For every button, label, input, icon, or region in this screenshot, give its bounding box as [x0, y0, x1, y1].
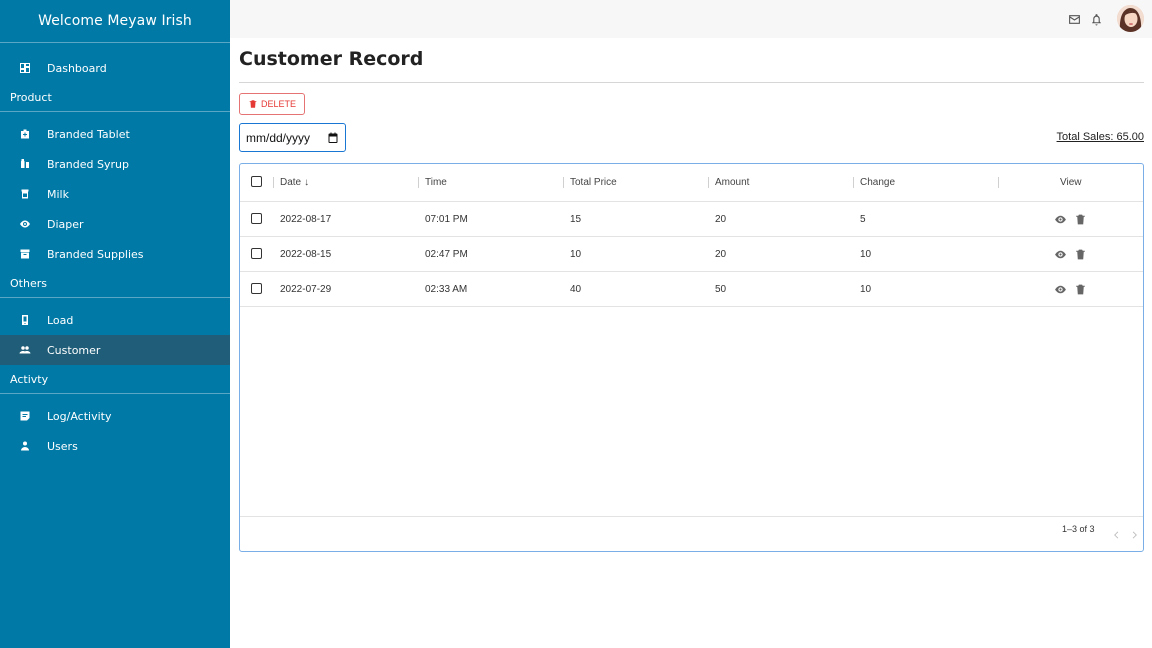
welcome-text: Welcome Meyaw Irish — [0, 0, 230, 43]
sidebar-item-label: Load — [47, 313, 74, 327]
note-icon — [18, 409, 32, 423]
date-filter-input[interactable]: mm/dd/yyyy — [239, 123, 346, 152]
cell-amount: 20 — [715, 248, 727, 260]
section-title-activity: Activty — [0, 365, 230, 394]
title-divider — [239, 82, 1144, 83]
sidebar-item-label: Users — [47, 439, 78, 453]
column-separator — [708, 177, 709, 188]
section-title-product: Product — [0, 83, 230, 112]
eye-icon — [18, 217, 32, 231]
cell-time: 02:33 AM — [425, 283, 468, 295]
trash-icon — [248, 99, 258, 109]
archive-icon — [18, 247, 32, 261]
page-title: Customer Record — [239, 48, 424, 70]
bottle-icon — [18, 157, 32, 171]
app: Welcome Meyaw Irish Dashboard Product Br… — [0, 0, 1152, 648]
cell-time: 07:01 PM — [425, 213, 468, 225]
chevron-right-icon[interactable] — [1129, 529, 1139, 541]
phone-icon — [18, 313, 32, 327]
dashboard-icon — [18, 61, 32, 75]
column-separator — [273, 177, 274, 188]
sidebar-item-load[interactable]: Load — [0, 305, 230, 335]
bell-icon[interactable] — [1089, 12, 1103, 26]
topbar — [230, 0, 1152, 38]
person-icon — [18, 439, 32, 453]
view-eye-icon[interactable] — [1054, 248, 1067, 261]
sidebar-item-branded-tablet[interactable]: Branded Tablet — [0, 119, 230, 149]
cell-total-price: 10 — [570, 248, 582, 260]
column-separator — [853, 177, 854, 188]
customer-record-table: Date ↓ Time Total Price Amount Change Vi… — [239, 163, 1144, 552]
row-checkbox[interactable] — [251, 213, 262, 224]
sort-arrow-icon[interactable]: ↓ — [304, 177, 309, 188]
cell-total-price: 40 — [570, 283, 582, 295]
milk-can-icon — [18, 187, 32, 201]
sidebar-item-label: Milk — [47, 187, 69, 201]
sidebar-item-label: Branded Tablet — [47, 127, 130, 141]
column-header-amount[interactable]: Amount — [715, 164, 749, 201]
table-row[interactable]: 2022-08-17 07:01 PM 15 20 5 — [240, 202, 1143, 237]
cell-change: 5 — [860, 213, 866, 225]
sidebar: Welcome Meyaw Irish Dashboard Product Br… — [0, 0, 230, 648]
sidebar-item-label: Branded Supplies — [47, 247, 144, 261]
table-row[interactable]: 2022-07-29 02:33 AM 40 50 10 — [240, 272, 1143, 307]
medical-kit-icon — [18, 127, 32, 141]
section-title-others: Others — [0, 269, 230, 298]
delete-trash-icon[interactable] — [1074, 283, 1087, 296]
sidebar-item-label: Dashboard — [47, 61, 107, 75]
select-all-checkbox[interactable] — [251, 176, 262, 187]
chevron-left-icon[interactable] — [1112, 529, 1122, 541]
cell-amount: 50 — [715, 283, 727, 295]
cell-change: 10 — [860, 248, 872, 260]
cell-date: 2022-07-29 — [280, 283, 332, 295]
column-header-view: View — [1060, 177, 1082, 188]
view-eye-icon[interactable] — [1054, 283, 1067, 296]
mail-icon[interactable] — [1067, 12, 1081, 26]
avatar[interactable] — [1117, 5, 1144, 32]
sidebar-item-customer[interactable]: Customer — [0, 335, 230, 365]
row-checkbox[interactable] — [251, 283, 262, 294]
view-eye-icon[interactable] — [1054, 213, 1067, 226]
column-separator — [563, 177, 564, 188]
calendar-icon[interactable] — [327, 132, 339, 144]
cell-time: 02:47 PM — [425, 248, 468, 260]
column-header-total-price[interactable]: Total Price — [570, 164, 617, 201]
sidebar-item-label: Customer — [47, 343, 101, 357]
sidebar-item-label: Diaper — [47, 217, 84, 231]
date-placeholder: mm/dd/yyyy — [246, 130, 311, 145]
sidebar-item-milk[interactable]: Milk — [0, 179, 230, 209]
column-header-date[interactable]: Date ↓ — [280, 164, 309, 201]
column-separator — [418, 177, 419, 188]
total-sales: Total Sales: 65.00 — [1056, 131, 1144, 143]
row-checkbox[interactable] — [251, 248, 262, 259]
sidebar-item-users[interactable]: Users — [0, 431, 230, 461]
sidebar-item-log-activity[interactable]: Log/Activity — [0, 401, 230, 431]
cell-amount: 20 — [715, 213, 727, 225]
table-footer: 1–3 of 3 — [240, 516, 1143, 551]
cell-total-price: 15 — [570, 213, 582, 225]
sidebar-item-label: Log/Activity — [47, 409, 112, 423]
column-header-change[interactable]: Change — [860, 164, 895, 201]
people-icon — [18, 343, 32, 357]
column-separator — [998, 177, 999, 188]
sidebar-item-branded-supplies[interactable]: Branded Supplies — [0, 239, 230, 269]
pagination-text: 1–3 of 3 — [1062, 524, 1095, 534]
delete-trash-icon[interactable] — [1074, 213, 1087, 226]
delete-trash-icon[interactable] — [1074, 248, 1087, 261]
cell-date: 2022-08-15 — [280, 248, 332, 260]
cell-change: 10 — [860, 283, 872, 295]
sidebar-item-branded-syrup[interactable]: Branded Syrup — [0, 149, 230, 179]
column-header-time[interactable]: Time — [425, 164, 447, 201]
table-header: Date ↓ Time Total Price Amount Change Vi… — [240, 164, 1143, 202]
sidebar-item-diaper[interactable]: Diaper — [0, 209, 230, 239]
table-row[interactable]: 2022-08-15 02:47 PM 10 20 10 — [240, 237, 1143, 272]
sidebar-item-dashboard[interactable]: Dashboard — [0, 53, 230, 83]
cell-date: 2022-08-17 — [280, 213, 332, 225]
delete-button-label: DELETE — [260, 99, 296, 109]
sidebar-item-label: Branded Syrup — [47, 157, 129, 171]
delete-button[interactable]: DELETE — [239, 93, 305, 115]
